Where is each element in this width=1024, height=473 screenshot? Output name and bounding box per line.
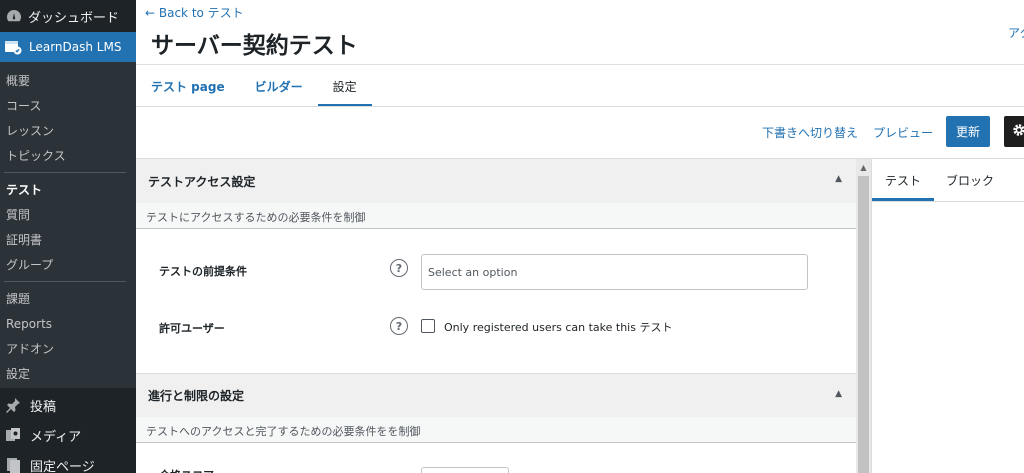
preview-button[interactable]: プレビュー [873,124,933,141]
scroll-thumb[interactable] [858,176,869,473]
section-title: 進行と制限の設定 [148,389,245,403]
settings-sidebar: テスト ブロック [871,159,1024,473]
tab-block-settings[interactable]: ブロック [933,159,1007,201]
sidebar-sub-quizzes[interactable]: テスト [0,177,136,202]
sidebar-sub-overview[interactable]: 概要 [0,68,136,93]
sidebar-sub-topics[interactable]: トピックス [0,143,136,168]
page-title: サーバー契約テスト [151,33,358,59]
sidebar-item-posts[interactable]: 投稿 [0,390,136,420]
sidebar-sub-lessons[interactable]: レッスン [0,118,136,143]
header-right-link[interactable]: アク [1008,24,1024,41]
field-label-prerequisite: テストの前提条件 [159,265,247,278]
learndash-icon [4,38,22,56]
sidebar-item-label: 固定ページ [30,459,95,473]
sidebar-item-dashboard[interactable]: ダッシュボード [0,0,136,32]
registered-users-checkbox[interactable] [421,319,435,333]
sidebar-separator [4,281,126,282]
pushpin-icon [4,396,22,414]
divider [872,201,1024,202]
sidebar-sub-addons[interactable]: アドオン [0,336,136,361]
help-icon[interactable]: ? [390,317,408,335]
scrollbar[interactable]: ▲ [856,159,871,473]
tab-quiz-page[interactable]: テスト page [136,65,240,107]
sidebar-item-media[interactable]: メディア [0,420,136,450]
gear-icon [1012,122,1024,141]
pages-icon [4,456,22,473]
sidebar-item-label: 投稿 [30,399,57,415]
sidebar-sub-settings[interactable]: 設定 [0,361,136,386]
editor-toolbar: 下書きへ切り替え プレビュー 更新 [136,107,1024,159]
collapse-arrow-icon[interactable]: ▲ [835,174,842,184]
sidebar-item-pages[interactable]: 固定ページ [0,450,136,473]
partial-input[interactable] [421,467,509,473]
sidebar-sub-certificates[interactable]: 証明書 [0,227,136,252]
sidebar-sub-assignments[interactable]: 課題 [0,286,136,311]
settings-toggle-button[interactable] [1004,116,1024,147]
admin-sidebar: ダッシュボード LearnDash LMS 概要 コース レッスン トピックス … [0,0,136,473]
section-header-progress[interactable]: 進行と制限の設定 ▲ [136,373,856,417]
tab-settings[interactable]: 設定 [317,65,372,107]
section-description: テストへのアクセスと完了するための必要条件をを制御 [136,417,856,443]
editor-tabs: テスト page ビルダー 設定 [136,65,372,107]
sidebar-sub-questions[interactable]: 質問 [0,202,136,227]
field-label-allowed-users: 許可ユーザー [159,322,225,335]
settings-content: テストアクセス設定 ▲ テストにアクセスするための必要条件を制御 テストの前提条… [136,159,856,473]
sidebar-submenu: 概要 コース レッスン トピックス テスト 質問 証明書 グループ 課題 Rep… [0,62,136,388]
sidebar-item-label: メディア [30,429,82,445]
update-button[interactable]: 更新 [946,116,990,147]
section-title: テストアクセス設定 [148,174,256,189]
sidebar-item-label: ダッシュボード [28,10,120,26]
prerequisite-select[interactable]: Select an option [421,254,808,290]
sidebar-separator [4,172,126,173]
back-link[interactable]: ← Back to テスト [145,4,244,21]
switch-to-draft-button[interactable]: 下書きへ切り替え [762,124,858,141]
checkbox-label: Only registered users can take this テスト [444,321,673,334]
sidebar-sub-groups[interactable]: グループ [0,252,136,277]
section-description: テストにアクセスするための必要条件を制御 [136,203,856,229]
sidebar-item-learndash[interactable]: LearnDash LMS [0,32,136,62]
scroll-up-icon[interactable]: ▲ [856,159,871,175]
sidebar-sub-reports[interactable]: Reports [0,311,136,336]
collapse-arrow-icon[interactable]: ▲ [835,389,842,399]
dashboard-icon [6,8,22,24]
tab-builder[interactable]: ビルダー [240,65,318,107]
field-label-partial: 合格スコア [159,467,214,473]
section-header-access[interactable]: テストアクセス設定 ▲ [136,159,856,203]
help-icon[interactable]: ? [390,259,408,277]
tab-quiz-settings[interactable]: テスト [872,159,935,201]
sidebar-sub-courses[interactable]: コース [0,93,136,118]
media-icon [4,426,22,444]
sidebar-item-label: LearnDash LMS [29,40,122,54]
